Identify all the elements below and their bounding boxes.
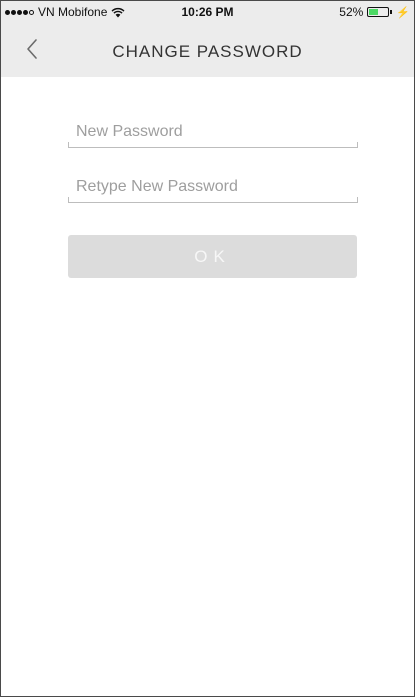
retype-password-field-wrapper <box>68 173 358 203</box>
nav-bar: CHANGE PASSWORD <box>1 23 414 77</box>
battery-percent: 52% <box>339 5 364 19</box>
battery-icon <box>367 7 390 17</box>
retype-password-underline <box>68 197 358 203</box>
new-password-field-wrapper <box>68 118 358 148</box>
new-password-underline <box>68 142 358 148</box>
battery-fill <box>369 9 378 15</box>
page-title: CHANGE PASSWORD <box>112 42 303 61</box>
charging-bolt-icon: ⚡ <box>396 6 410 19</box>
battery-tip <box>390 10 393 14</box>
phone-screen: VN Mobifone 10:26 PM 52% ⚡ CHANGE PASSWO… <box>0 0 415 697</box>
status-bar: VN Mobifone 10:26 PM 52% ⚡ <box>1 1 414 23</box>
ok-button[interactable]: OK <box>68 235 357 278</box>
status-right: 52% ⚡ <box>339 5 410 19</box>
